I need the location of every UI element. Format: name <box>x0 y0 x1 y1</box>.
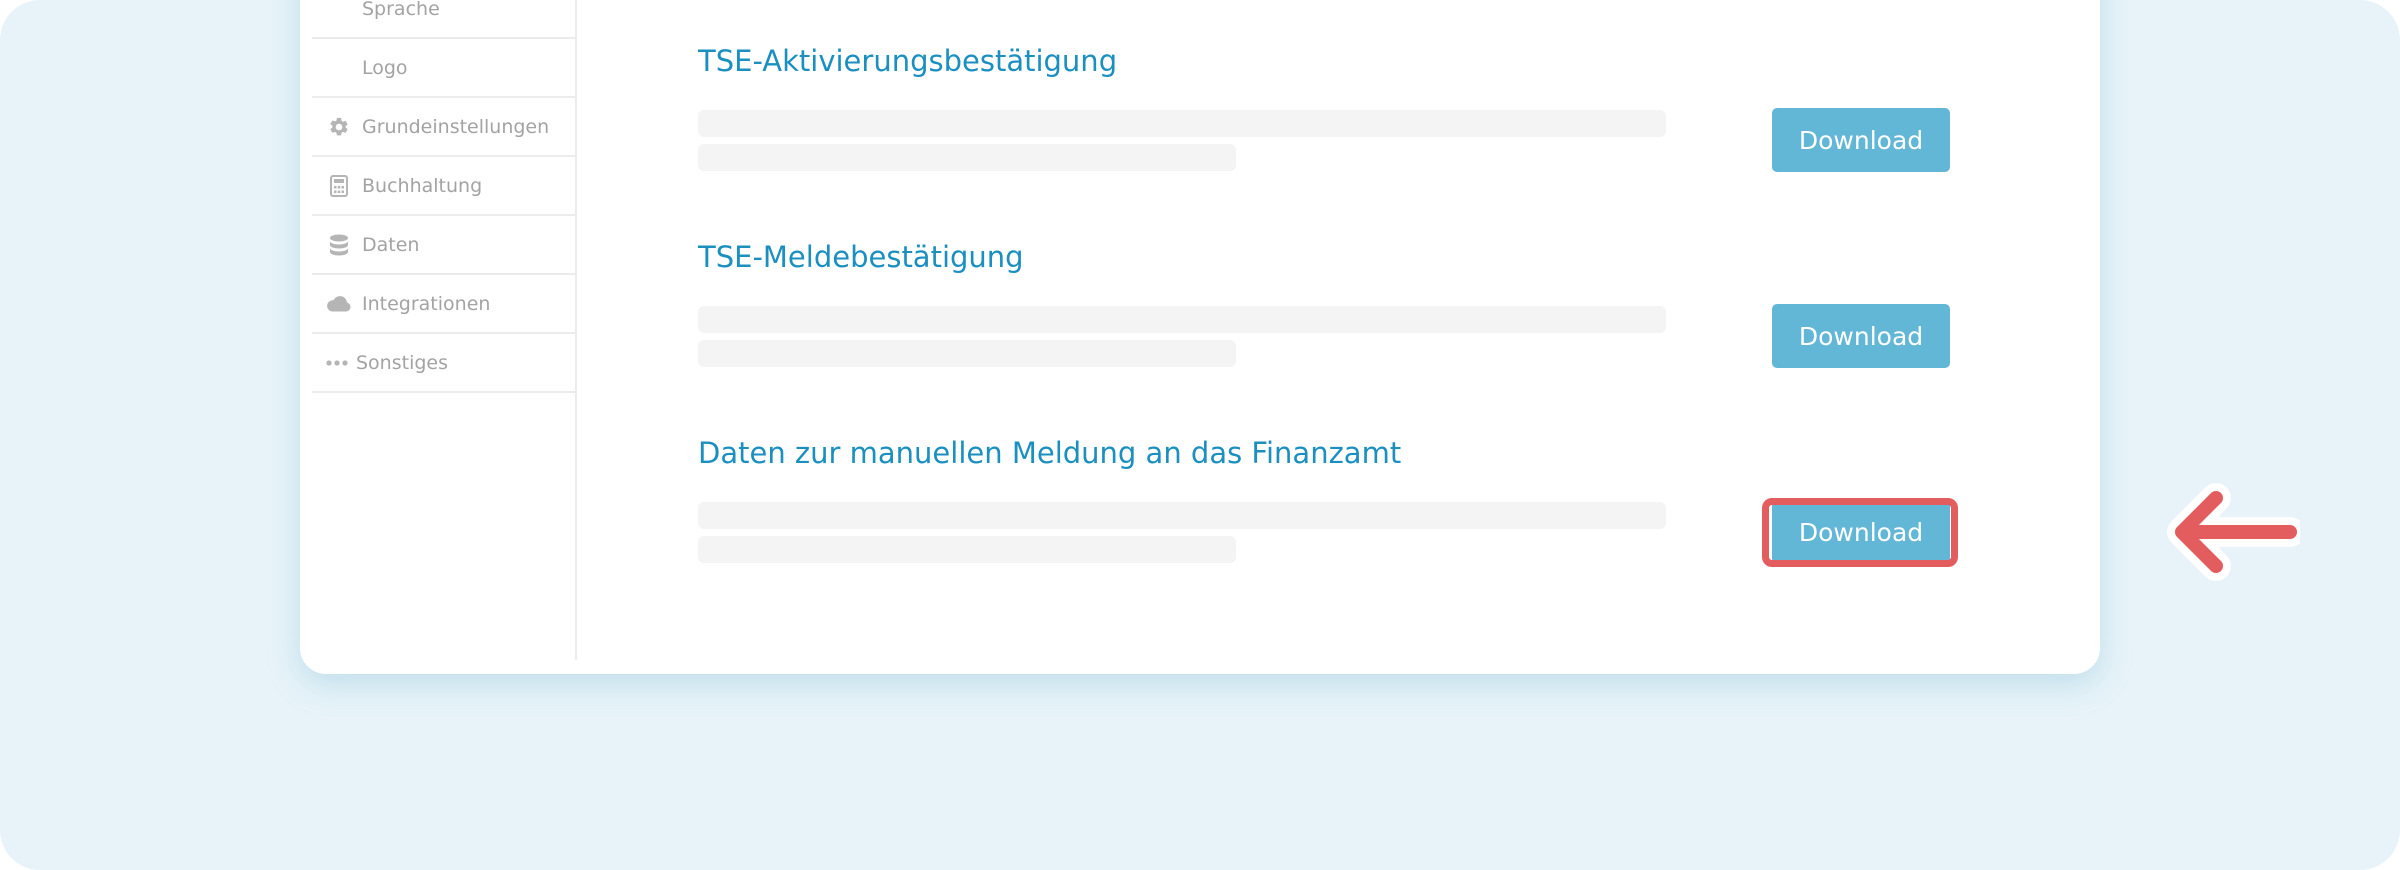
download-button-melde[interactable]: Download <box>1772 304 1950 368</box>
settings-sidebar: Sprache Logo Grundeinstellungen Buchhalt… <box>300 0 577 660</box>
sidebar-item-label: Logo <box>362 56 408 79</box>
pointer-arrow-icon <box>2167 483 2300 581</box>
database-icon <box>326 232 352 258</box>
sidebar-item-label: Integrationen <box>362 292 491 315</box>
sidebar-item-buchhaltung[interactable]: Buchhaltung <box>312 157 577 216</box>
more-dots-icon <box>326 350 348 376</box>
sidebar-item-label: Buchhaltung <box>362 174 483 197</box>
settings-menu: Sprache Logo Grundeinstellungen Buchhalt… <box>312 0 577 393</box>
placeholder-line <box>698 110 1666 137</box>
download-button-aktivierung[interactable]: Download <box>1772 108 1950 172</box>
sidebar-item-label: Sprache <box>362 0 440 20</box>
settings-card: Sprache Logo Grundeinstellungen Buchhalt… <box>300 0 2100 674</box>
placeholder-line <box>698 340 1236 367</box>
section-title: TSE-Meldebestätigung <box>698 240 1024 274</box>
sidebar-item-label: Grundeinstellungen <box>362 115 550 138</box>
cloud-icon <box>326 291 352 317</box>
sidebar-item-label: Sonstiges <box>356 351 449 374</box>
sidebar-item-label: Daten <box>362 233 420 256</box>
sidebar-item-logo[interactable]: Logo <box>312 39 577 98</box>
placeholder-line <box>698 536 1236 563</box>
placeholder-line <box>698 144 1236 171</box>
sidebar-item-sonstiges[interactable]: Sonstiges <box>312 334 577 393</box>
section-tse-aktivierung: TSE-Aktivierungsbestätigung Download <box>698 44 2038 184</box>
sidebar-item-sprache[interactable]: Sprache <box>312 0 577 39</box>
section-tse-melde: TSE-Meldebestätigung Download <box>698 240 2038 380</box>
sidebar-item-daten[interactable]: Daten <box>312 216 577 275</box>
calculator-icon <box>326 173 352 199</box>
section-title: Daten zur manuellen Meldung an das Finan… <box>698 436 1402 470</box>
sidebar-item-grundeinstellungen[interactable]: Grundeinstellungen <box>312 98 577 157</box>
download-button-manuelle-meldung[interactable]: Download <box>1772 500 1950 564</box>
section-manuelle-meldung: Daten zur manuellen Meldung an das Finan… <box>698 436 2038 576</box>
placeholder-line <box>698 502 1666 529</box>
sidebar-item-integrationen[interactable]: Integrationen <box>312 275 577 334</box>
gear-icon <box>326 114 352 140</box>
section-title: TSE-Aktivierungsbestätigung <box>698 44 1118 78</box>
placeholder-line <box>698 306 1666 333</box>
